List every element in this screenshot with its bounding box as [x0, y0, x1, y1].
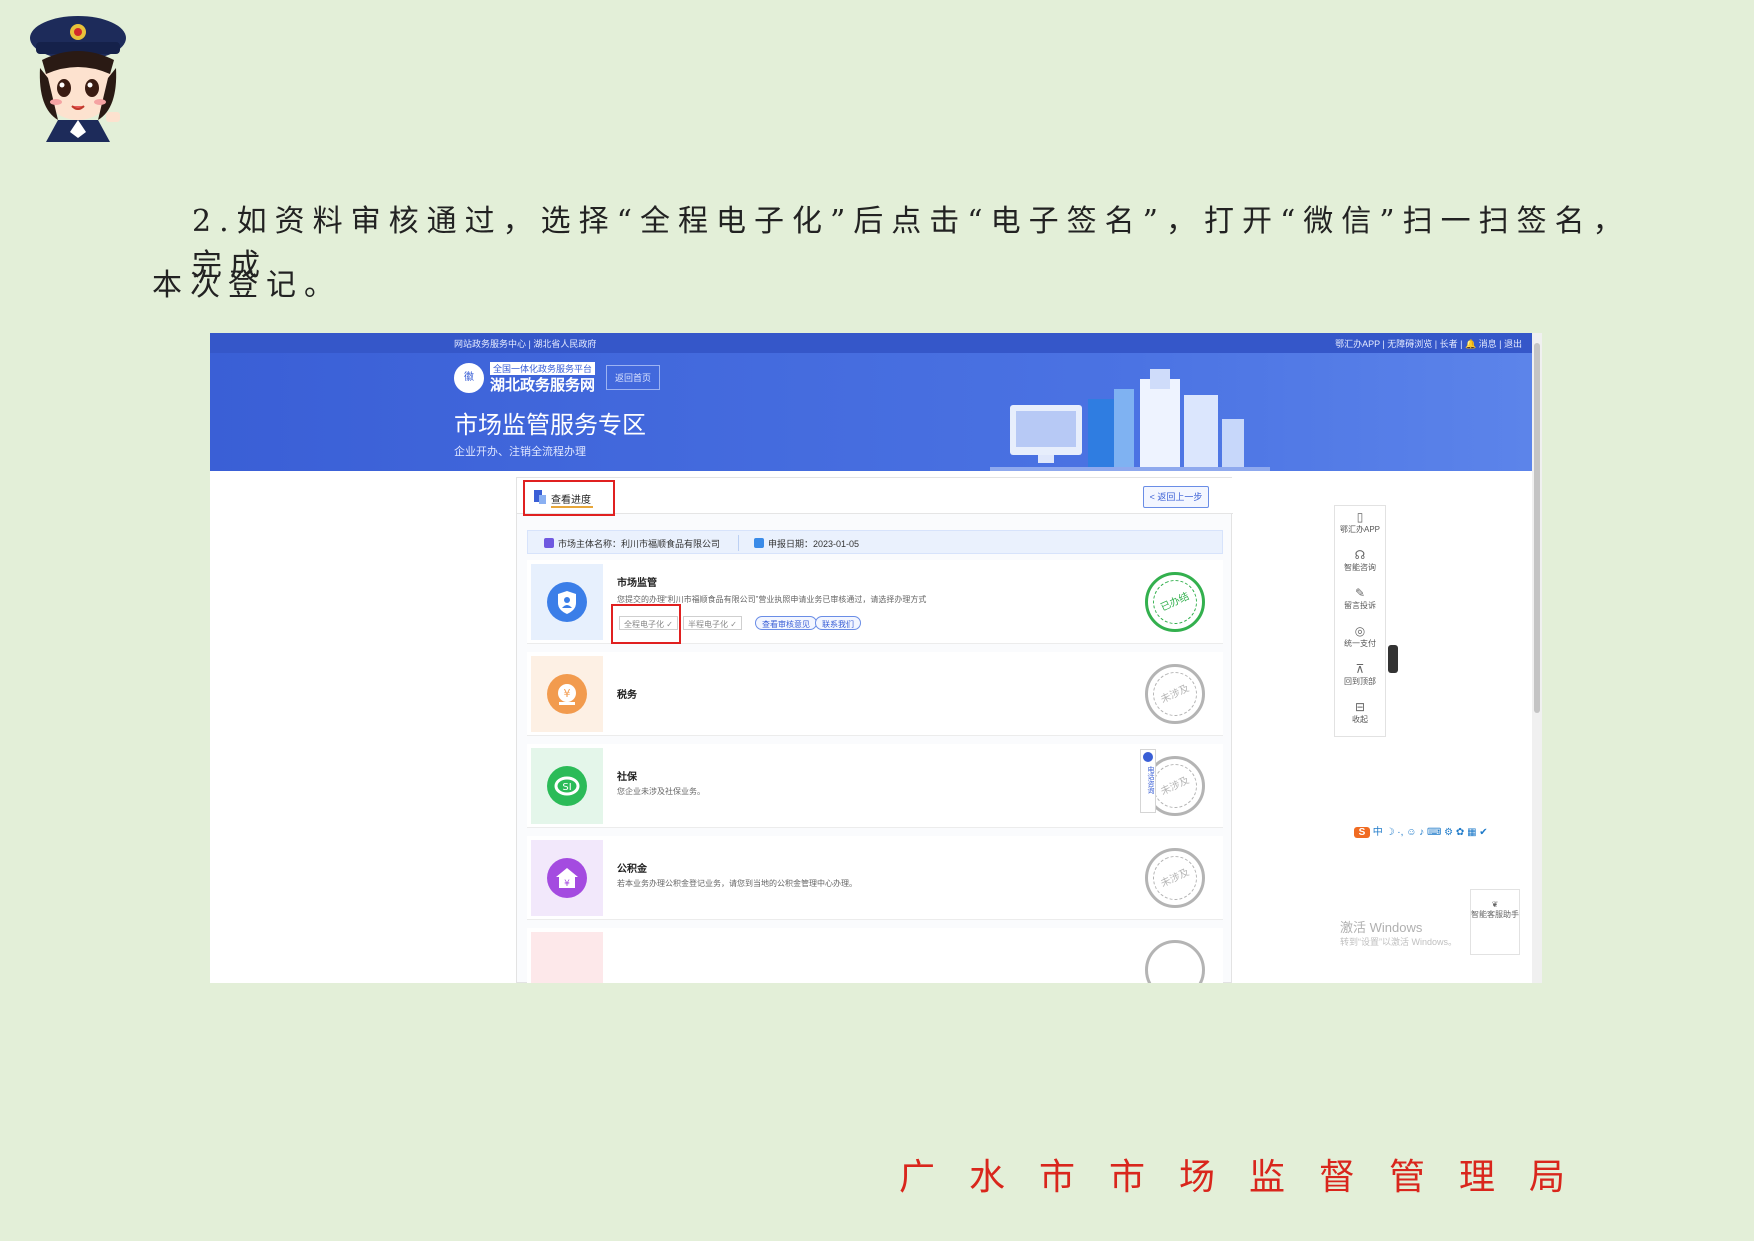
highlight-box [611, 604, 681, 644]
list-item-housing-fund: ¥ 公积金 若本业务办理公积金登记业务，请您到当地的公积金管理中心办理。 未涉及 [527, 836, 1223, 920]
info-bar: 市场主体名称：利川市福顺食品有限公司 申报日期：2023-01-05 [527, 530, 1223, 554]
headset-icon: ☊ [1354, 548, 1366, 562]
scrollbar-thumb[interactable] [1534, 343, 1540, 713]
banner: 徽 全国一体化政务服务平台 湖北政务服务网 返回首页 市场监管服务专区 企业开办… [210, 353, 1532, 471]
payment-icon: ◎ [1354, 624, 1366, 638]
svg-text:¥: ¥ [564, 687, 571, 700]
completed-stamp: 已办结 [1145, 572, 1205, 632]
banner-title: 市场监管服务专区 [454, 412, 646, 439]
option-half-electronic[interactable]: 半程电子化 ✓ [683, 616, 742, 630]
sidebar-item-feedback[interactable]: ✎ 留言投诉 [1335, 582, 1385, 620]
list-item-tax: ¥ 税务 未涉及 [527, 652, 1223, 736]
apply-date-text: 申报日期：2023-01-05 [768, 539, 860, 549]
phone-icon: ▯ [1356, 510, 1364, 524]
view-review-opinion-button[interactable]: 查看审核意见 [755, 616, 817, 630]
floating-sidebar: ▯ 鄂汇办APP ☊ 智能咨询 ✎ 留言投诉 ◎ 统一支付 ⊼ 回到顶部 ⊟ 收起 [1334, 505, 1386, 737]
not-involved-stamp: 未涉及 [1145, 848, 1205, 908]
not-involved-stamp: 未涉及 [1145, 664, 1205, 724]
city-buildings-illustration [990, 369, 1270, 471]
top-nav-left-links[interactable]: 网站政务服务中心 | 湖北省人民政府 [454, 337, 596, 350]
sidebar-item-app[interactable]: ▯ 鄂汇办APP [1335, 506, 1385, 544]
footer-organization: 广水市市场监督管理局 [898, 1157, 1599, 1198]
svg-text:SI: SI [562, 782, 571, 793]
arrow-up-icon: ⊼ [1355, 662, 1365, 676]
progress-panel: 查看进度 < 返回上一步 市场主体名称：利川市福顺食品有限公司 申报日期：202… [516, 477, 1233, 983]
sidebar-item-collapse[interactable]: ⊟ 收起 [1335, 696, 1385, 734]
apply-date-field: 申报日期：2023-01-05 [754, 537, 859, 550]
collapse-icon: ⊟ [1354, 700, 1366, 714]
activation-watermark-sub: 转到“设置”以激活 Windows。 [1340, 937, 1458, 947]
sidebar-item-payment[interactable]: ◎ 统一支付 [1335, 620, 1385, 658]
tab-label: 查看进度 [551, 495, 591, 506]
item-description: 您企业未涉及社保业务。 [617, 787, 705, 796]
side-drawer-handle[interactable] [1388, 645, 1398, 673]
phone-consult-label: 电话咨询 [1147, 766, 1154, 794]
sidebar-item-label: 统一支付 [1344, 639, 1376, 648]
sidebar-item-back-top[interactable]: ⊼ 回到顶部 [1335, 658, 1385, 696]
stamp-text: 未涉及 [1145, 848, 1205, 908]
sidebar-item-label: 留言投诉 [1344, 601, 1376, 610]
contact-us-button[interactable]: 联系我们 [815, 616, 861, 630]
stamp-partial [1145, 940, 1205, 983]
list-item-partial [527, 928, 1223, 983]
banner-subtitle: 企业开办、注销全流程办理 [454, 446, 586, 458]
sidebar-item-consult[interactable]: ☊ 智能咨询 [1335, 544, 1385, 582]
site-logo-name[interactable]: 湖北政务服务网 [490, 374, 595, 395]
calendar-icon [754, 538, 764, 548]
return-home-button[interactable]: 返回首页 [606, 365, 661, 390]
shield-user-icon [547, 582, 587, 622]
tab-row: 查看进度 < 返回上一步 [517, 478, 1233, 516]
building-icon [544, 538, 554, 548]
phone-consult-tab[interactable]: 电话咨询 [1140, 749, 1156, 813]
back-button-label: 返回上一步 [1157, 492, 1203, 502]
top-nav-right-links[interactable]: 鄂汇办APP | 无障碍浏览 | 长者 | 🔔 消息 | 退出 [1335, 337, 1522, 350]
assistant-label: 智能客服助手 [1471, 910, 1519, 919]
assistant-widget[interactable]: ❦ 智能客服助手 [1470, 889, 1520, 955]
item-title: 税务 [617, 690, 637, 701]
stamp-text: 未涉及 [1145, 664, 1205, 724]
activation-watermark: 激活 Windows [1340, 920, 1423, 935]
item-icon-box: ¥ [531, 656, 603, 732]
item-icon-box [531, 564, 603, 640]
list-item-social-security: SI 社保 您企业未涉及社保业务。 未涉及 [527, 744, 1223, 828]
stamp-text: 已办结 [1145, 572, 1205, 632]
info-divider [738, 535, 739, 551]
input-method-toolbar[interactable]: S 中 ☽ ·, ☺ ♪ ⌨ ⚙ ✿ ▦ ✔ [1354, 823, 1542, 839]
sidebar-item-label: 回到顶部 [1344, 677, 1376, 686]
sidebar-item-label: 智能咨询 [1344, 563, 1376, 572]
tab-view-progress[interactable]: 查看进度 [523, 480, 615, 516]
phone-icon [1143, 752, 1153, 762]
svg-text:¥: ¥ [564, 879, 570, 889]
embedded-screenshot: 网站政务服务中心 | 湖北省人民政府 鄂汇办APP | 无障碍浏览 | 长者 |… [210, 333, 1542, 983]
social-security-icon: SI [547, 766, 587, 806]
item-title: 社保 [617, 772, 637, 783]
scrollbar[interactable] [1532, 333, 1542, 983]
item-title: 公积金 [617, 864, 647, 875]
item-title: 市场监管 [617, 578, 657, 589]
message-icon: ✎ [1354, 586, 1366, 600]
tab-underline [551, 506, 593, 508]
company-name-field: 市场主体名称：利川市福顺食品有限公司 [544, 537, 720, 550]
company-name-text: 市场主体名称：利川市福顺食品有限公司 [558, 539, 721, 549]
ime-tools: 中 ☽ ·, ☺ ♪ ⌨ ⚙ ✿ ▦ ✔ [1372, 827, 1488, 838]
option-half-electronic-label: 半程电子化 [688, 620, 728, 629]
item-icon-box: ¥ [531, 840, 603, 916]
house-fund-icon: ¥ [547, 858, 587, 898]
mascot-officer-image [30, 16, 126, 142]
tax-icon: ¥ [547, 674, 587, 714]
emblem-icon: 徽 [454, 363, 484, 393]
item-description: 若本业务办理公积金登记业务，请您到当地的公积金管理中心办理。 [617, 879, 857, 888]
item-icon-box [531, 932, 603, 983]
item-icon-box: SI [531, 748, 603, 824]
list-item-market-supervision: 市场监管 您提交的办理“利川市福顺食品有限公司”营业执照申请业务已审核通过，请选… [527, 560, 1223, 644]
leaf-icon: ❦ [1491, 900, 1499, 909]
instruction-line-2: 本次登记。 [152, 268, 342, 303]
sogou-ime-icon: S [1354, 827, 1370, 838]
top-nav-bar: 网站政务服务中心 | 湖北省人民政府 鄂汇办APP | 无障碍浏览 | 长者 |… [210, 333, 1532, 353]
sidebar-item-label: 鄂汇办APP [1339, 525, 1380, 534]
progress-icon [534, 490, 546, 504]
sidebar-item-label: 收起 [1352, 715, 1368, 724]
back-button[interactable]: < 返回上一步 [1143, 486, 1209, 508]
